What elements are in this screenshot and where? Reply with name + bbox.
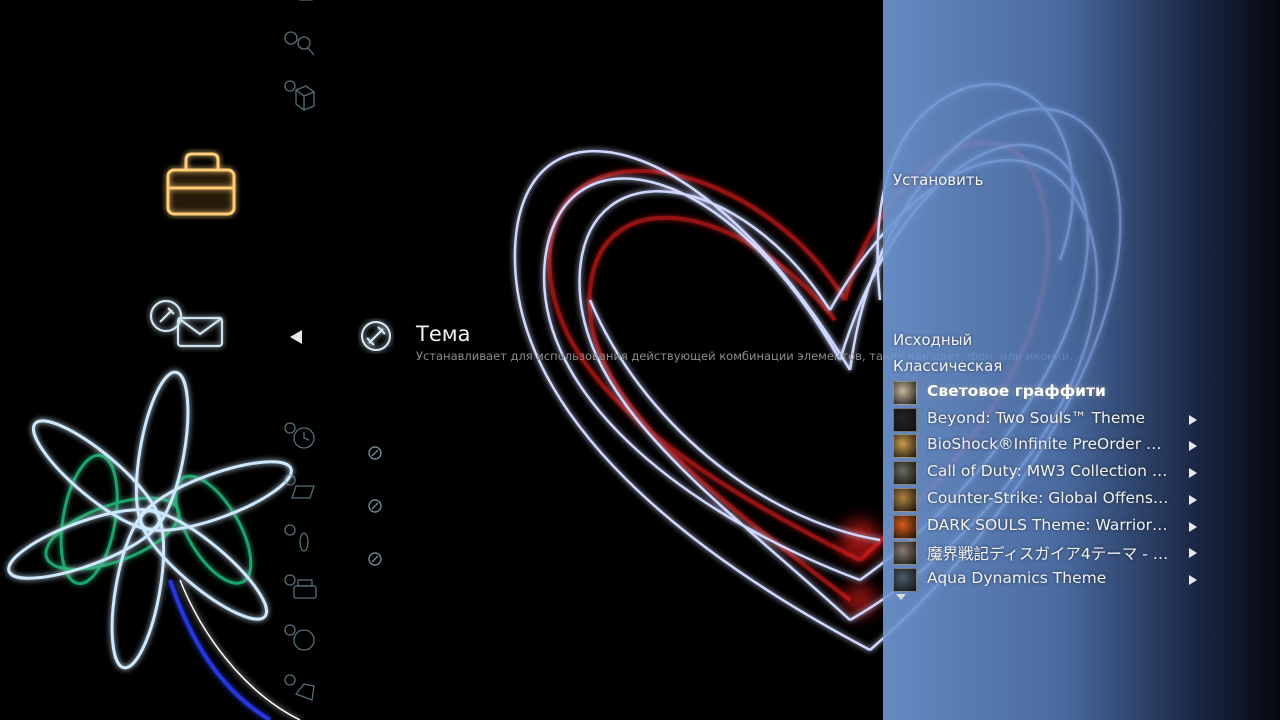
aqua-dynamics-thumbnail bbox=[893, 567, 917, 592]
chevron-right-icon[interactable] bbox=[1189, 521, 1197, 532]
dark-souls-thumbnail bbox=[893, 514, 917, 539]
theme-item[interactable]: Call of Duty: MW3 Collection … bbox=[893, 460, 1213, 486]
theme-item[interactable]: 魔界戦記ディスガイア4テーマ - … bbox=[893, 540, 1213, 566]
theme-item[interactable]: Световое граффити bbox=[893, 380, 1213, 406]
install-option[interactable]: Установить bbox=[893, 171, 983, 189]
bioshock-thumbnail bbox=[893, 434, 917, 459]
display-icon[interactable] bbox=[282, 472, 318, 504]
beyond-thumbnail bbox=[893, 407, 917, 432]
sub-setting-icon[interactable] bbox=[366, 550, 384, 568]
printer-icon[interactable] bbox=[282, 572, 318, 604]
theme-item-label: Call of Duty: MW3 Collection … bbox=[927, 462, 1168, 481]
chevron-right-icon[interactable] bbox=[1189, 414, 1197, 425]
counter-strike-thumbnail bbox=[893, 487, 917, 512]
chevron-right-icon[interactable] bbox=[1189, 574, 1197, 585]
network-icon[interactable] bbox=[282, 622, 318, 654]
arrow-left-icon[interactable] bbox=[286, 328, 304, 346]
chevron-right-icon[interactable] bbox=[1189, 468, 1197, 479]
sub-setting-icon[interactable] bbox=[366, 444, 384, 462]
theme-item[interactable]: Aqua Dynamics Theme bbox=[893, 567, 1213, 593]
chevron-right-icon[interactable] bbox=[1189, 548, 1197, 559]
settings-category-icon[interactable] bbox=[160, 148, 244, 220]
chevron-right-icon[interactable] bbox=[1189, 441, 1197, 452]
option-classic[interactable]: Классическая bbox=[893, 357, 1002, 375]
theme-icon bbox=[358, 318, 394, 354]
clock-icon[interactable] bbox=[282, 420, 318, 452]
theme-item[interactable]: BioShock®Infinite PreOrder D… bbox=[893, 433, 1213, 459]
theme-item[interactable]: Counter-Strike: Global Offens… bbox=[893, 487, 1213, 513]
theme-item-label: DARK SOULS Theme: Warrior… bbox=[927, 515, 1168, 534]
call-of-duty-thumbnail bbox=[893, 461, 917, 486]
theme-item-label: Beyond: Two Souls™ Theme bbox=[927, 408, 1146, 427]
photo-icon[interactable] bbox=[282, 0, 316, 8]
chevron-right-icon[interactable] bbox=[1189, 494, 1197, 505]
accessory-icon[interactable] bbox=[282, 672, 318, 704]
theme-item-label: BioShock®Infinite PreOrder D… bbox=[927, 435, 1172, 454]
box-icon[interactable] bbox=[282, 78, 318, 112]
search-icon[interactable] bbox=[282, 28, 318, 58]
setting-title: Тема bbox=[416, 322, 471, 346]
sound-icon[interactable] bbox=[282, 522, 318, 554]
theme-item-label: Световое граффити bbox=[927, 382, 1106, 400]
theme-item-label: Aqua Dynamics Theme bbox=[927, 568, 1107, 587]
theme-item-label: Counter-Strike: Global Offens… bbox=[927, 488, 1169, 507]
theme-item[interactable]: DARK SOULS Theme: Warrior… bbox=[893, 514, 1213, 540]
sub-setting-icon[interactable] bbox=[366, 497, 384, 515]
theme-settings-icon[interactable] bbox=[146, 296, 230, 352]
option-default[interactable]: Исходный bbox=[893, 331, 972, 349]
scroll-down-icon bbox=[896, 594, 906, 600]
light-graffiti-thumbnail bbox=[893, 381, 917, 405]
theme-item[interactable]: Beyond: Two Souls™ Theme bbox=[893, 407, 1213, 433]
disgaea-thumbnail bbox=[893, 541, 917, 566]
theme-item-label: 魔界戦記ディスガイア4テーマ - … bbox=[927, 545, 1169, 564]
